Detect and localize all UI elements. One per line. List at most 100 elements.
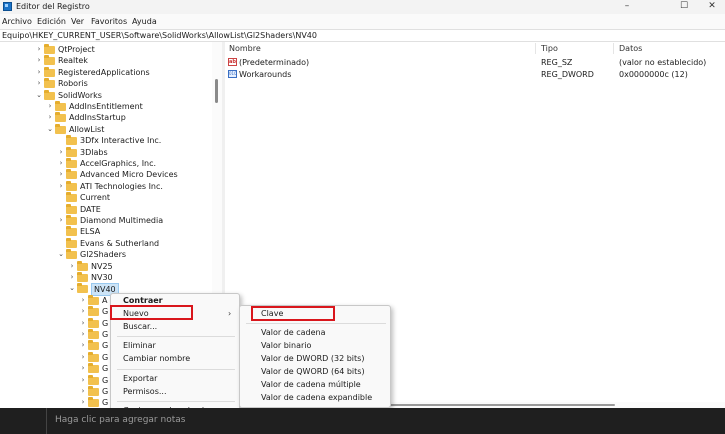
tree-item[interactable]: › ATI Technologies Inc. bbox=[0, 180, 212, 192]
tree-item[interactable]: Current bbox=[0, 192, 212, 203]
folder-icon bbox=[66, 135, 77, 146]
chevron-right-icon[interactable]: › bbox=[79, 340, 87, 351]
submenu-item-valor-cadena-expandible[interactable]: Valor de cadena expandible bbox=[261, 392, 372, 404]
minimize-button[interactable]: – bbox=[615, 0, 639, 14]
tree-item[interactable]: › NV30 bbox=[0, 272, 212, 283]
column-divider[interactable] bbox=[535, 43, 536, 54]
tree-item[interactable]: › RegisteredApplications bbox=[0, 66, 212, 78]
chevron-right-icon[interactable]: › bbox=[68, 261, 76, 272]
folder-icon bbox=[77, 283, 88, 294]
chevron-right-icon[interactable]: › bbox=[79, 306, 87, 317]
context-menu-item-cambiar-nombre[interactable]: Cambiar nombre bbox=[123, 353, 190, 365]
maximize-button[interactable]: ☐ bbox=[672, 0, 696, 14]
chevron-right-icon[interactable]: › bbox=[79, 352, 87, 363]
close-button[interactable]: ✕ bbox=[700, 0, 724, 14]
tree-item-label: A bbox=[102, 295, 108, 305]
notes-bar[interactable]: Haga clic para agregar notas bbox=[0, 408, 725, 434]
chevron-down-icon[interactable]: ⌄ bbox=[68, 283, 76, 294]
tree-item[interactable]: › AccelGraphics, Inc. bbox=[0, 158, 212, 169]
column-header-name[interactable]: Nombre bbox=[229, 44, 261, 53]
menu-favoritos[interactable]: Favoritos bbox=[91, 17, 127, 26]
menu-archivo[interactable]: Archivo bbox=[2, 17, 32, 26]
submenu-item-valor-dword[interactable]: Valor de DWORD (32 bits) bbox=[261, 353, 364, 365]
chevron-down-icon[interactable]: ⌄ bbox=[35, 90, 43, 101]
tree-item-label: G bbox=[102, 307, 109, 317]
tree-item-label: ATI Technologies Inc. bbox=[80, 181, 163, 191]
column-header-data[interactable]: Datos bbox=[619, 44, 642, 53]
chevron-right-icon[interactable]: › bbox=[79, 375, 87, 386]
tree-item[interactable]: › QtProject bbox=[0, 44, 212, 55]
folder-icon bbox=[66, 237, 77, 248]
chevron-right-icon[interactable]: › bbox=[35, 67, 43, 78]
folder-icon bbox=[55, 112, 66, 123]
window-title: Editor del Registro bbox=[16, 2, 90, 11]
chevron-down-icon[interactable]: ⌄ bbox=[46, 124, 54, 135]
chevron-right-icon[interactable]: › bbox=[68, 272, 76, 283]
chevron-right-icon[interactable]: › bbox=[57, 147, 65, 158]
chevron-right-icon[interactable]: › bbox=[35, 55, 43, 66]
chevron-right-icon[interactable]: › bbox=[79, 386, 87, 397]
tree-item[interactable]: › 3Dlabs bbox=[0, 146, 212, 158]
list-row-predeterminado[interactable]: ab (Predeterminado) REG_SZ (valor no est… bbox=[227, 57, 725, 68]
chevron-right-icon[interactable]: › bbox=[57, 181, 65, 192]
tree-item[interactable]: › AddInsStartup bbox=[0, 112, 212, 123]
chevron-right-icon[interactable]: › bbox=[79, 363, 87, 374]
value-data: (valor no establecido) bbox=[619, 58, 707, 67]
submenu-item-valor-cadena[interactable]: Valor de cadena bbox=[261, 327, 326, 339]
context-menu-item-exportar[interactable]: Exportar bbox=[123, 373, 157, 385]
chevron-down-icon[interactable]: ⌄ bbox=[57, 249, 65, 260]
menu-separator bbox=[117, 401, 235, 402]
context-menu-item-permisos[interactable]: Permisos... bbox=[123, 386, 166, 398]
menu-edicion[interactable]: Edición bbox=[37, 17, 66, 26]
tree-item[interactable]: › Advanced Micro Devices bbox=[0, 169, 212, 180]
folder-icon bbox=[66, 203, 77, 214]
folder-icon bbox=[66, 146, 77, 157]
menu-ayuda[interactable]: Ayuda bbox=[132, 17, 157, 26]
context-menu-item-buscar[interactable]: Buscar... bbox=[123, 321, 157, 333]
folder-icon bbox=[66, 180, 77, 191]
submenu-item-valor-binario[interactable]: Valor binario bbox=[261, 340, 311, 352]
address-bar[interactable]: Equipo\HKEY_CURRENT_USER\Software\SolidW… bbox=[0, 29, 725, 42]
chevron-right-icon[interactable]: › bbox=[79, 329, 87, 340]
chevron-right-icon[interactable]: › bbox=[79, 397, 87, 408]
tree-item[interactable]: DATE bbox=[0, 203, 212, 215]
menu-ver[interactable]: Ver bbox=[71, 17, 84, 26]
tree-item[interactable]: Evans & Sutherland bbox=[0, 237, 212, 249]
chevron-right-icon[interactable]: › bbox=[35, 44, 43, 55]
context-menu-item-eliminar[interactable]: Eliminar bbox=[123, 340, 156, 352]
chevron-right-icon[interactable]: › bbox=[57, 215, 65, 226]
chevron-right-icon[interactable]: › bbox=[57, 169, 65, 180]
chevron-right-icon[interactable]: › bbox=[57, 158, 65, 169]
submenu-item-valor-qword[interactable]: Valor de QWORD (64 bits) bbox=[261, 366, 365, 378]
menu-separator bbox=[117, 336, 235, 337]
tree-item[interactable]: › NV25 bbox=[0, 260, 212, 272]
tree-item-label: DATE bbox=[80, 204, 101, 214]
folder-icon bbox=[66, 249, 77, 260]
folder-icon bbox=[88, 386, 99, 396]
column-divider[interactable] bbox=[613, 43, 614, 54]
chevron-right-icon[interactable]: › bbox=[79, 318, 87, 329]
tree-item[interactable]: ⌄ AllowList bbox=[0, 123, 212, 135]
tree-item[interactable]: › Roboris bbox=[0, 78, 212, 89]
menu-bar: Archivo Edición Ver Favoritos Ayuda bbox=[0, 14, 725, 29]
tree-item[interactable]: ⌄ SolidWorks bbox=[0, 89, 212, 101]
folder-icon bbox=[77, 272, 88, 282]
list-row-workarounds[interactable]: 010 Workarounds REG_DWORD 0x0000000c (12… bbox=[227, 69, 725, 80]
chevron-right-icon[interactable]: › bbox=[46, 112, 54, 123]
folder-icon bbox=[66, 192, 77, 203]
chevron-right-icon[interactable]: › bbox=[35, 78, 43, 89]
tree-item[interactable]: ELSA bbox=[0, 226, 212, 237]
tree-item[interactable]: › Realtek bbox=[0, 55, 212, 66]
folder-icon bbox=[88, 340, 99, 351]
chevron-right-icon[interactable]: › bbox=[79, 295, 87, 306]
tree-item-label: Evans & Sutherland bbox=[80, 238, 160, 248]
tree-scroll-thumb[interactable] bbox=[215, 79, 218, 103]
submenu-item-valor-cadena-multiple[interactable]: Valor de cadena múltiple bbox=[261, 379, 361, 391]
chevron-right-icon[interactable]: › bbox=[46, 101, 54, 112]
tree-item[interactable]: 3Dfx Interactive Inc. bbox=[0, 135, 212, 146]
column-header-type[interactable]: Tipo bbox=[541, 44, 558, 53]
tree-item[interactable]: › Diamond Multimedia bbox=[0, 215, 212, 226]
tree-item[interactable]: › AddInsEntitlement bbox=[0, 101, 212, 112]
notes-divider bbox=[46, 408, 47, 434]
tree-item[interactable]: ⌄ Gl2Shaders bbox=[0, 249, 212, 260]
